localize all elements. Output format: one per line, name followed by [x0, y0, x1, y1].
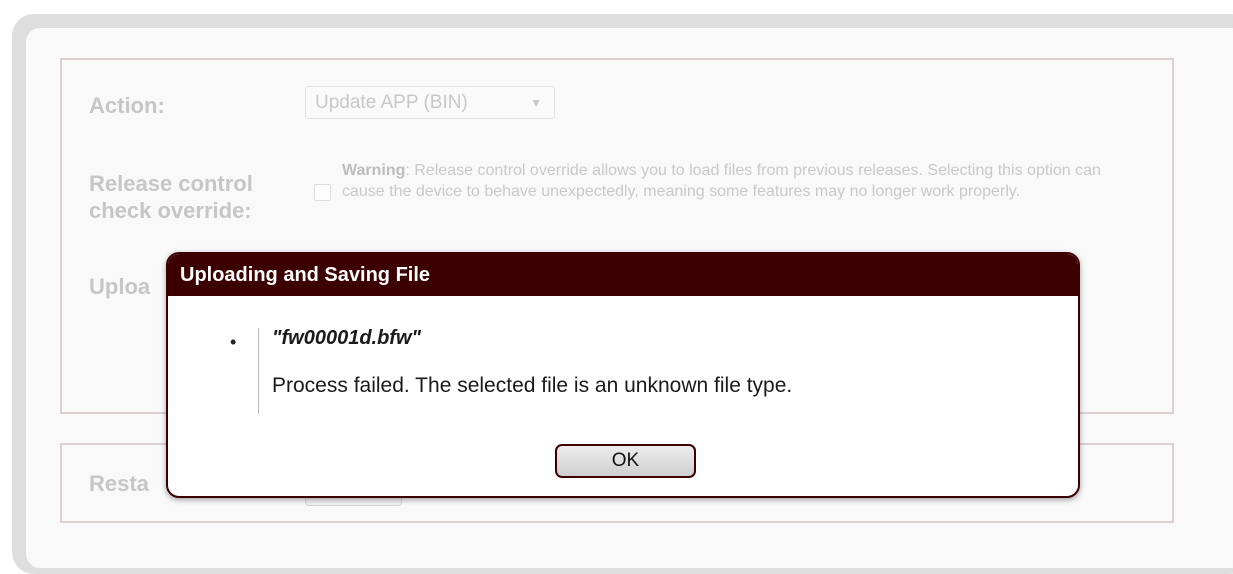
ok-button[interactable]: OK: [555, 444, 696, 478]
file-name: "fw00001d.bfw": [272, 327, 422, 349]
bullet-icon: •: [230, 332, 237, 352]
error-message: Process failed. The selected file is an …: [272, 374, 793, 397]
message-divider: [258, 328, 259, 414]
upload-error-dialog: Uploading and Saving File • "fw00001d.bf…: [166, 252, 1080, 498]
dialog-header: Uploading and Saving File: [168, 254, 1078, 296]
dialog-title: Uploading and Saving File: [180, 264, 431, 286]
